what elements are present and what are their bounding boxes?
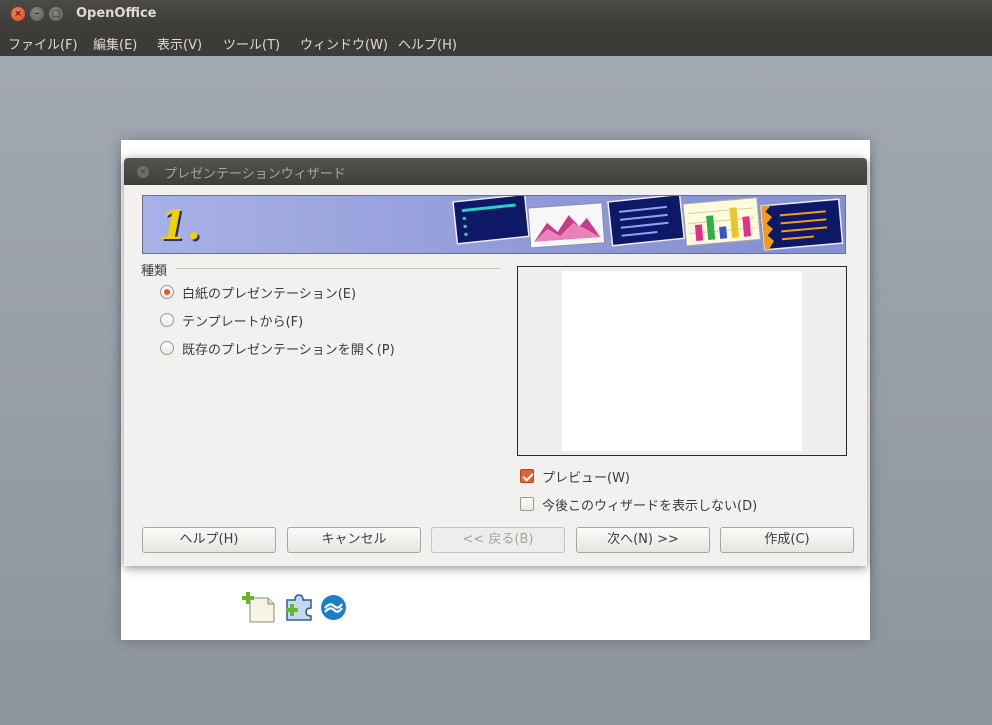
menu-help[interactable]: ヘルプ(H): [398, 34, 457, 53]
dialog-close-button[interactable]: ×: [137, 166, 149, 178]
app-title: OpenOffice: [76, 6, 157, 21]
help-button[interactable]: ヘルプ(H): [142, 527, 276, 553]
radio-open-existing[interactable]: 既存のプレゼンテーションを開く(P): [160, 338, 395, 358]
preview-checkbox[interactable]: [520, 469, 534, 483]
back-button[interactable]: << 戻る(B): [431, 527, 565, 553]
radio-button[interactable]: [160, 313, 174, 327]
window-maximize-button[interactable]: □: [49, 7, 63, 21]
openoffice-logo-icon[interactable]: [320, 594, 347, 621]
presentation-wizard-dialog: × プレゼンテーションウィザード 1. 種類 白紙のプレゼンテーション(E) テ…: [124, 158, 867, 566]
checkbox-label: プレビュー(W): [542, 470, 630, 486]
radio-button-checked[interactable]: [160, 285, 174, 299]
menu-bar: ファイル(F) 編集(E) 表示(V) ツール(T) ウィンドウ(W) ヘルプ(…: [0, 29, 992, 56]
dont-show-checkbox-row[interactable]: 今後このウィザードを表示しない(D): [520, 494, 757, 514]
preview-checkbox-row[interactable]: プレビュー(W): [520, 466, 630, 486]
radio-empty-presentation[interactable]: 白紙のプレゼンテーション(E): [160, 282, 356, 302]
menu-view[interactable]: 表示(V): [157, 34, 202, 53]
cancel-button[interactable]: キャンセル: [287, 527, 421, 553]
banner-slides-image: [452, 196, 844, 251]
radio-button[interactable]: [160, 341, 174, 355]
new-document-icon[interactable]: [242, 592, 276, 624]
dialog-title: プレゼンテーションウィザード: [164, 167, 346, 182]
wizard-banner: 1.: [142, 195, 846, 254]
radio-label: テンプレートから(F): [182, 314, 304, 330]
checkbox-label: 今後このウィザードを表示しない(D): [542, 498, 758, 514]
menu-edit[interactable]: 編集(E): [93, 34, 137, 53]
dont-show-checkbox[interactable]: [520, 497, 534, 511]
window-close-button[interactable]: ×: [11, 7, 25, 21]
type-section-label: 種類: [141, 264, 168, 279]
dialog-titlebar: × プレゼンテーションウィザード: [124, 158, 867, 185]
menu-tools[interactable]: ツール(T): [223, 34, 280, 53]
window-minimize-button[interactable]: –: [30, 7, 44, 21]
radio-from-template[interactable]: テンプレートから(F): [160, 310, 303, 330]
preview-pane: [517, 266, 847, 456]
window-titlebar: × – □ OpenOffice: [0, 0, 992, 29]
section-divider: [176, 268, 500, 269]
extension-icon[interactable]: [284, 592, 314, 622]
create-button[interactable]: 作成(C): [720, 527, 854, 553]
menu-file[interactable]: ファイル(F): [8, 34, 78, 53]
radio-label: 白紙のプレゼンテーション(E): [182, 286, 357, 302]
preview-page: [562, 271, 802, 451]
radio-label: 既存のプレゼンテーションを開く(P): [182, 342, 395, 358]
menu-window[interactable]: ウィンドウ(W): [300, 34, 388, 53]
next-button[interactable]: 次へ(N) >>: [576, 527, 710, 553]
